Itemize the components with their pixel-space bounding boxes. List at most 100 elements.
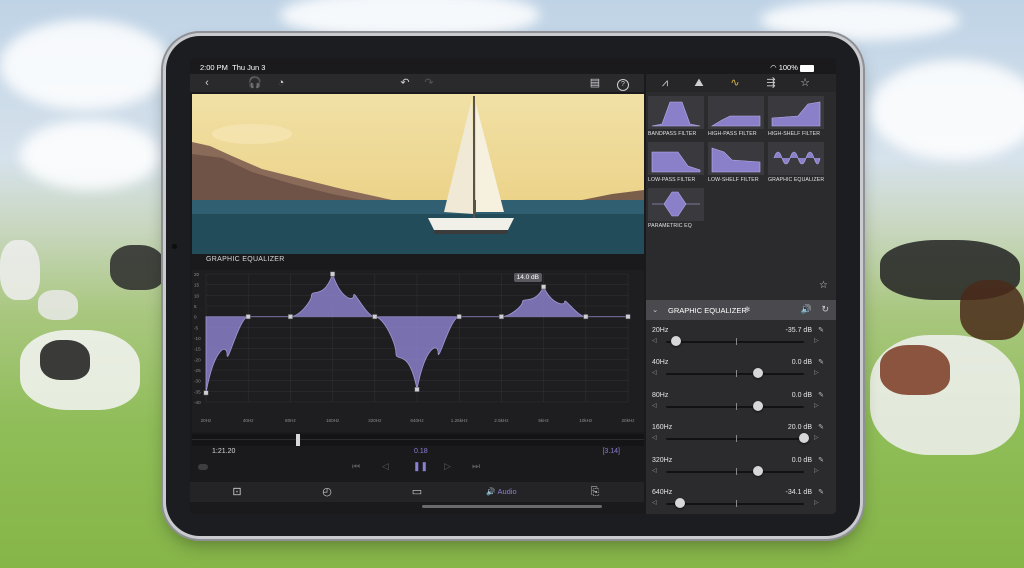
status-bar: 2:00 PM Thu Jun 3 ◠ 100% (190, 58, 836, 74)
y-tick-label: -5 (194, 325, 199, 330)
filter-tile[interactable]: LOW-PASS FILTER (648, 142, 704, 186)
edit-pencil-icon[interactable]: ✎ (818, 326, 824, 334)
decrease-icon[interactable]: ◁ (652, 337, 657, 344)
reset-icon[interactable]: ↻ (821, 304, 829, 315)
eq-node[interactable] (498, 314, 504, 320)
band-row: 80Hz 0.0 dB ✎ ◁ ▷ (646, 389, 836, 421)
step-back-icon[interactable]: ◁ (382, 461, 389, 472)
band-slider-knob[interactable] (799, 433, 809, 444)
timeline-strip[interactable] (192, 434, 644, 446)
eq-node[interactable] (541, 284, 547, 290)
x-tick-label: 2.5kHz (494, 418, 509, 423)
eq-node[interactable] (245, 314, 251, 320)
edit-pencil-icon[interactable]: ✎ (818, 456, 824, 464)
edit-pencil-icon[interactable]: ✎ (818, 488, 824, 496)
band-slider-knob[interactable] (753, 368, 763, 379)
export-icon[interactable]: ⎘ (588, 485, 602, 499)
x-tick-label: 10kHz (579, 418, 593, 423)
band-slider-track[interactable] (666, 470, 804, 473)
skip-start-icon[interactable]: ⏮ (352, 461, 360, 472)
eq-node[interactable] (287, 314, 293, 320)
increase-icon[interactable]: ▷ (814, 402, 819, 409)
filter-tile[interactable]: LOW-SHELF FILTER (708, 142, 764, 186)
eq-node[interactable] (330, 271, 336, 277)
band-slider-track[interactable] (666, 405, 804, 408)
filter-tile[interactable]: GRAPHIC EQUALIZER (768, 142, 824, 186)
band-value: 0.0 dB (791, 391, 812, 399)
loop-toggle[interactable] (198, 464, 208, 470)
decrease-icon[interactable]: ◁ (652, 369, 657, 376)
cow (110, 245, 165, 290)
decrease-icon[interactable]: ◁ (652, 434, 657, 441)
mountains-icon[interactable]: ⛰ (692, 76, 706, 90)
tab-audio[interactable]: 🔊 Audio (486, 487, 517, 496)
skip-end-icon[interactable]: ⏭ (472, 461, 480, 472)
effects-panel: ⩘ ⛰ ∿ ⇶ ☆ BANDPASS FILTER HIGH-PASS FILTE… (646, 74, 836, 514)
help-icon[interactable]: ? (616, 76, 630, 91)
edit-pencil-icon[interactable]: ✎ (818, 423, 824, 431)
status-time: 2:00 PM (200, 63, 228, 72)
collapse-chevron-icon[interactable]: ⌄ (652, 305, 658, 314)
levels-icon[interactable]: ⇶ (764, 76, 778, 90)
eq-node[interactable] (203, 390, 209, 396)
undo-icon[interactable]: ↶ (398, 76, 412, 90)
cloud (280, 0, 540, 40)
speaker-toggle-icon[interactable]: 🔊 (801, 304, 812, 315)
filter-tile[interactable]: HIGH-PASS FILTER (708, 96, 764, 140)
increase-icon[interactable]: ▷ (814, 337, 819, 344)
increase-icon[interactable]: ▷ (814, 369, 819, 376)
band-slider-track[interactable] (666, 438, 804, 441)
timecode: 1:21.20 (212, 448, 236, 455)
star-icon[interactable]: ☆ (798, 76, 812, 90)
wifi-icon: ◠ (770, 63, 777, 72)
back-chevron-icon[interactable]: ‹ (200, 76, 214, 90)
band-slider-knob[interactable] (753, 400, 763, 411)
y-tick-label: -30 (194, 379, 201, 384)
band-slider-track[interactable] (666, 373, 804, 376)
edit-pencil-icon[interactable]: ✎ (818, 391, 824, 399)
decrease-icon[interactable]: ◁ (652, 499, 657, 506)
battery-icon (800, 64, 814, 72)
sailboat-scene (192, 94, 644, 254)
band-slider-track[interactable] (666, 503, 804, 505)
favorite-star-icon[interactable]: ☆ (819, 280, 828, 291)
increase-icon[interactable]: ▷ (814, 467, 819, 474)
eq-node[interactable] (414, 386, 420, 392)
eq-node[interactable] (625, 314, 631, 320)
increase-icon[interactable]: ▷ (814, 499, 819, 506)
eq-node[interactable] (456, 314, 462, 320)
band-slider-knob[interactable] (670, 336, 681, 346)
edit-pencil-icon[interactable]: ✎ (818, 358, 824, 366)
eq-curve-graph[interactable]: 20 15 10 5 0 -5 -10 -15 -20 -25 -30 -35 -40 20Hz 40Hz 8… (192, 270, 644, 432)
band-slider-knob[interactable] (753, 465, 763, 476)
eq-node[interactable] (583, 314, 589, 320)
video-preview[interactable] (192, 94, 644, 254)
redo-icon[interactable]: ↷ (422, 76, 436, 90)
increase-icon[interactable]: ▷ (814, 434, 819, 441)
eq-node[interactable] (372, 314, 378, 320)
step-forward-icon[interactable]: ▷ (444, 461, 451, 472)
filter-shape-icon (710, 115, 761, 127)
decrease-icon[interactable]: ◁ (652, 402, 657, 409)
ipad-frame: 2:00 PM Thu Jun 3 ◠ 100% ‹ 🎧 ◔ ↶ ↷ ▤ ? G… (166, 36, 860, 536)
eq-filter-icon[interactable]: ∿ (728, 76, 742, 90)
frame-icon[interactable]: ▭ (410, 485, 424, 499)
x-tick-label: 640Hz (410, 418, 424, 423)
speedometer-icon[interactable]: ◔ (274, 76, 288, 90)
gain-tooltip: 14.0 dB (513, 272, 543, 282)
filter-shape-icon (711, 147, 761, 173)
filter-tile[interactable]: PARAMETRIC EQ (648, 188, 704, 232)
playhead-handle[interactable] (296, 434, 300, 446)
waveform-icon[interactable]: ⩘ (658, 76, 672, 90)
decrease-icon[interactable]: ◁ (652, 467, 657, 474)
band-slider-track[interactable] (666, 341, 804, 343)
filter-tile[interactable]: BANDPASS FILTER (648, 96, 704, 140)
headphones-icon[interactable]: 🎧 (248, 76, 262, 90)
library-icon[interactable]: ▤ (588, 76, 602, 90)
pause-icon[interactable]: ❚❚ (413, 461, 428, 472)
filter-tile[interactable]: HIGH-SHELF FILTER (768, 96, 824, 140)
crop-icon[interactable]: ⊡ (230, 485, 244, 499)
band-slider-knob[interactable] (674, 498, 685, 508)
speed-icon[interactable]: ◴ (320, 485, 334, 499)
band-label: 320Hz (652, 456, 673, 464)
